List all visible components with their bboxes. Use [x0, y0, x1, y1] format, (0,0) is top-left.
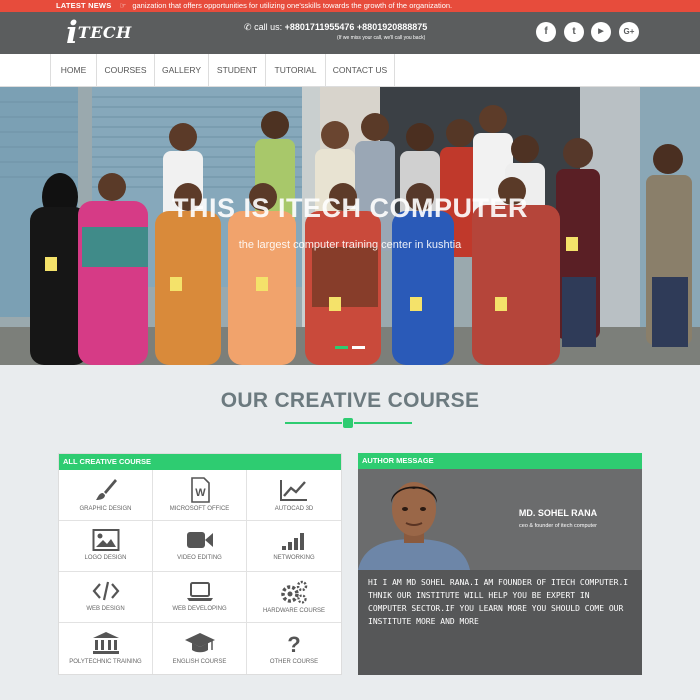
course-microsoft-office[interactable]: W MICROSOFT OFFICE [153, 470, 247, 521]
course-label: HARDWARE COURSE [262, 608, 326, 614]
latest-news-ticker: LATEST NEWS ☞ ganization that offers opp… [0, 0, 700, 12]
svg-text:W: W [195, 487, 206, 499]
call-prefix: call us: [254, 22, 283, 32]
phone-icon: ✆ [244, 22, 252, 32]
word-document-icon: W [190, 477, 210, 503]
hero-group-photo [0, 87, 700, 365]
section-title: OUR CREATIVE COURSE [220, 389, 480, 412]
call-info: ✆ call us: +8801711955476 +8801920888875… [244, 22, 427, 41]
youtube-icon[interactable]: ▶ [591, 22, 611, 42]
nav-item-student[interactable]: STUDENT [208, 54, 265, 86]
institution-icon [92, 632, 119, 654]
nav-item-home[interactable]: HOME [50, 54, 96, 86]
google-plus-icon[interactable]: G+ [619, 22, 639, 42]
call-numbers: +8801711955476 +8801920888875 [284, 22, 428, 32]
nav-item-tutorial[interactable]: TUTORIAL [265, 54, 325, 86]
section-divider-badge [343, 418, 353, 428]
author-name: MD. SOHEL RANA [518, 508, 598, 518]
nav-item-contact-us[interactable]: CONTACT US [325, 54, 395, 86]
question-mark-icon: ? [287, 632, 300, 656]
course-label: MICROSOFT OFFICE [169, 506, 230, 512]
line-chart-icon [280, 480, 307, 501]
course-graphic-design[interactable]: GRAPHIC DESIGN [59, 470, 153, 521]
course-label: LOGO DESIGN [84, 555, 127, 561]
header-bar: iTECH ✆ call us: +8801711955476 +8801920… [0, 12, 700, 54]
course-label: WEB DESIGN [86, 606, 125, 612]
course-autocad-3d[interactable]: AUTOCAD 3D [247, 470, 341, 521]
course-label: POLYTECHNIC TRAINING [69, 659, 142, 665]
course-other-course[interactable]: ? OTHER COURSE [247, 623, 341, 674]
paint-brush-icon [95, 479, 117, 500]
video-camera-icon [186, 532, 213, 548]
nav-item-courses[interactable]: COURSES [96, 54, 154, 86]
hero-title: THIS IS ITECH COMPUTER [171, 193, 528, 223]
code-icon [92, 581, 119, 601]
slider-dot-active[interactable] [335, 346, 348, 349]
course-polytechnic-training[interactable]: POLYTECHNIC TRAINING [59, 623, 153, 674]
call-note: (If we miss your call, we'll call you ba… [337, 35, 426, 41]
author-panel: AUTHOR MESSAGE MD. SOHEL RANA ceo & foun… [358, 453, 642, 675]
section-divider-right [354, 422, 412, 424]
course-label: ENGLISH COURSE [172, 659, 227, 665]
signal-bars-icon [282, 533, 304, 550]
latest-news-label: LATEST NEWS [56, 1, 112, 10]
hero-slider[interactable]: THIS IS ITECH COMPUTER the largest compu… [0, 87, 700, 365]
courses-panel-heading: ALL CREATIVE COURSE [59, 454, 341, 470]
main-nav: HOME COURSES GALLERY STUDENT TUTORIAL CO… [0, 54, 700, 87]
graduation-cap-icon [184, 633, 215, 653]
site-logo[interactable]: iTECH [66, 15, 132, 51]
logo-letter: i [66, 15, 78, 51]
course-video-editing[interactable]: VIDEO EDITING [153, 521, 247, 572]
course-web-design[interactable]: WEB DESIGN [59, 572, 153, 623]
course-web-developing[interactable]: WEB DEVELOPING [153, 572, 247, 623]
gears-icon [281, 580, 308, 604]
course-label: VIDEO EDITING [177, 555, 222, 561]
course-label: WEB DEVELOPING [172, 606, 227, 612]
pointing-hand-icon: ☞ [119, 1, 127, 10]
hero-subtitle: the largest computer training center in … [238, 239, 462, 251]
course-english-course[interactable]: ENGLISH COURSE [153, 623, 247, 674]
author-photo [358, 469, 470, 570]
twitter-icon[interactable]: t [564, 22, 584, 42]
slider-dot[interactable] [352, 346, 365, 349]
nav-item-gallery[interactable]: GALLERY [154, 54, 208, 86]
course-label: AUTOCAD 3D [274, 506, 314, 512]
author-panel-heading: AUTHOR MESSAGE [358, 453, 642, 469]
course-logo-design[interactable]: LOGO DESIGN [59, 521, 153, 572]
course-networking[interactable]: NETWORKING [247, 521, 341, 572]
course-hardware-course[interactable]: HARDWARE COURSE [247, 572, 341, 623]
svg-text:?: ? [287, 632, 300, 656]
courses-panel: ALL CREATIVE COURSE GRAPHIC DESIGN W MIC… [58, 453, 342, 675]
section-divider-left [285, 422, 342, 424]
logo-text: TECH [77, 23, 132, 42]
facebook-icon[interactable]: f [536, 22, 556, 42]
laptop-icon [186, 582, 213, 601]
author-message: HI I AM MD SOHEL RANA.I AM FOUNDER OF IT… [358, 570, 642, 675]
course-label: GRAPHIC DESIGN [79, 506, 132, 512]
course-label: OTHER COURSE [269, 659, 319, 665]
course-label: NETWORKING [273, 555, 315, 561]
author-role: ceo & founder of itech computer [519, 523, 597, 529]
picture-icon [92, 529, 119, 551]
latest-news-text[interactable]: ganization that offers opportunities for… [132, 1, 452, 10]
